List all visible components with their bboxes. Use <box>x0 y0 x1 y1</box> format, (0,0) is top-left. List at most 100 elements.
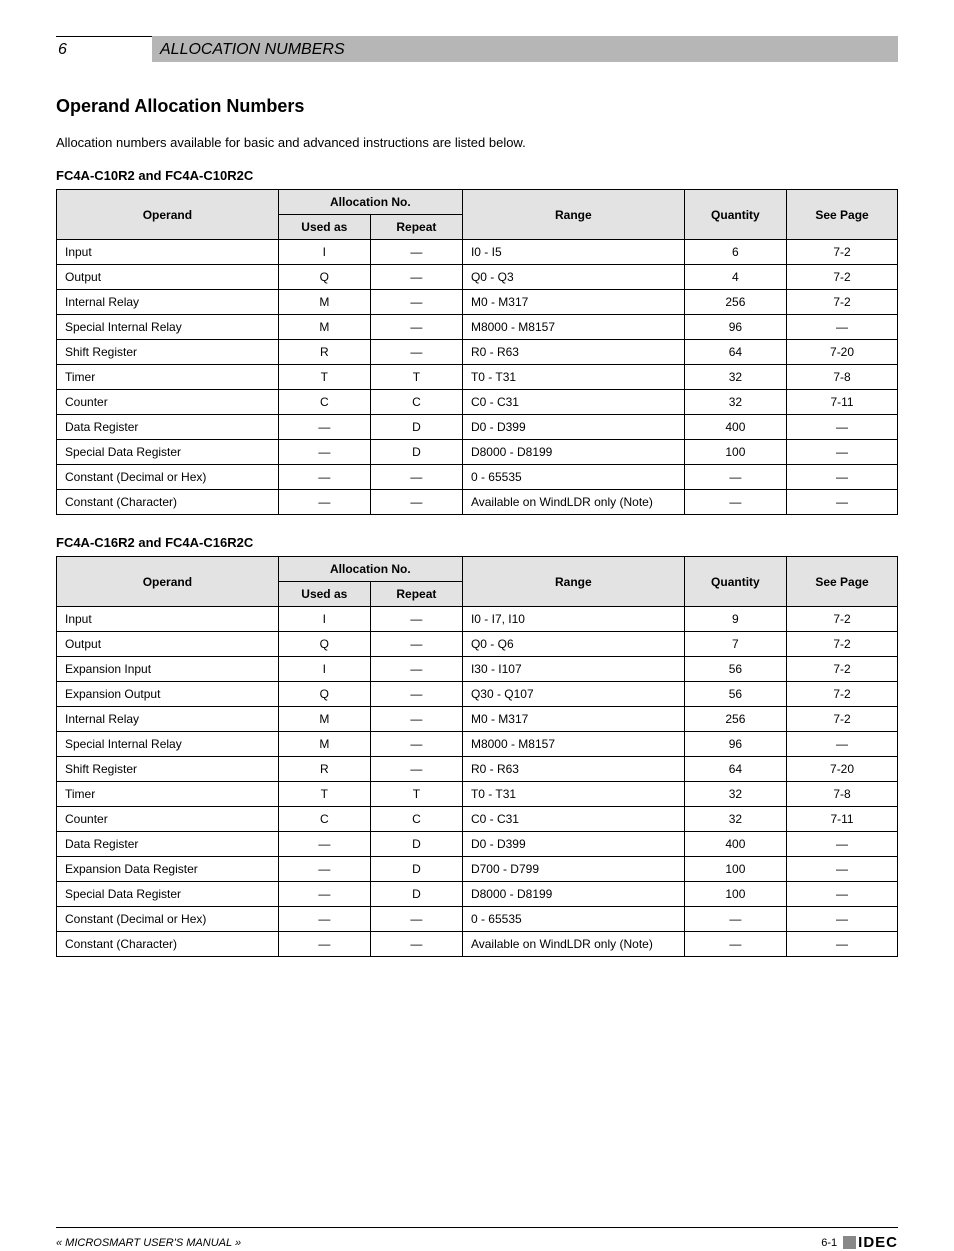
cell-used-as: R <box>278 340 370 365</box>
col-header-allocation: Allocation No. <box>278 557 462 582</box>
cell-repeat: — <box>370 757 462 782</box>
cell-range: I30 - I107 <box>462 657 684 682</box>
cell-see-page: 7-2 <box>787 607 898 632</box>
cell-repeat: — <box>370 932 462 957</box>
chapter-header: 6 ALLOCATION NUMBERS <box>56 36 898 62</box>
cell-quantity: — <box>684 932 786 957</box>
cell-repeat: T <box>370 365 462 390</box>
cell-range: M8000 - M8157 <box>462 315 684 340</box>
cell-operand: Shift Register <box>57 757 279 782</box>
cell-quantity: 32 <box>684 807 786 832</box>
cell-repeat: — <box>370 707 462 732</box>
cell-used-as: C <box>278 807 370 832</box>
table-row: OutputQ—Q0 - Q677-2 <box>57 632 898 657</box>
cell-quantity: — <box>684 490 786 515</box>
cell-see-page: 7-2 <box>787 265 898 290</box>
cell-quantity: 9 <box>684 607 786 632</box>
cell-operand: Data Register <box>57 415 279 440</box>
cell-operand: Expansion Data Register <box>57 857 279 882</box>
cell-range: C0 - C31 <box>462 390 684 415</box>
cell-range: D8000 - D8199 <box>462 440 684 465</box>
table-row: Constant (Decimal or Hex)——0 - 65535—— <box>57 465 898 490</box>
cell-repeat: D <box>370 832 462 857</box>
cell-used-as: M <box>278 732 370 757</box>
cell-range: C0 - C31 <box>462 807 684 832</box>
cell-see-page: — <box>787 932 898 957</box>
cell-see-page: — <box>787 732 898 757</box>
cell-used-as: — <box>278 932 370 957</box>
cell-operand: Constant (Character) <box>57 932 279 957</box>
cell-repeat: — <box>370 265 462 290</box>
table-row: Special Internal RelayM—M8000 - M815796— <box>57 732 898 757</box>
table-row: Expansion Data Register—DD700 - D799100— <box>57 857 898 882</box>
col-header-range: Range <box>462 190 684 240</box>
table-row: TimerTTT0 - T31327-8 <box>57 365 898 390</box>
cell-repeat: — <box>370 490 462 515</box>
table-row: OutputQ—Q0 - Q347-2 <box>57 265 898 290</box>
cell-operand: Counter <box>57 390 279 415</box>
col-header-repeat: Repeat <box>370 215 462 240</box>
cell-repeat: D <box>370 882 462 907</box>
cell-operand: Data Register <box>57 832 279 857</box>
cell-quantity: 100 <box>684 857 786 882</box>
cell-repeat: — <box>370 907 462 932</box>
cell-range: D0 - D399 <box>462 832 684 857</box>
cell-range: R0 - R63 <box>462 757 684 782</box>
cell-range: I0 - I7, I10 <box>462 607 684 632</box>
cell-range: Q0 - Q6 <box>462 632 684 657</box>
cell-range: Available on WindLDR only (Note) <box>462 490 684 515</box>
cell-repeat: — <box>370 682 462 707</box>
cell-see-page: 7-8 <box>787 782 898 807</box>
cell-operand: Internal Relay <box>57 290 279 315</box>
cell-used-as: R <box>278 757 370 782</box>
col-header-operand: Operand <box>57 190 279 240</box>
footer-page-number: 6-1 <box>821 1237 837 1249</box>
allocation-table: OperandAllocation No.RangeQuantitySee Pa… <box>56 189 898 515</box>
col-header-quantity: Quantity <box>684 190 786 240</box>
cell-range: D700 - D799 <box>462 857 684 882</box>
cell-range: I0 - I5 <box>462 240 684 265</box>
table-row: InputI—I0 - I7, I1097-2 <box>57 607 898 632</box>
cell-quantity: 6 <box>684 240 786 265</box>
logo-text: IDEC <box>858 1234 898 1251</box>
intro-paragraph: Allocation numbers available for basic a… <box>56 135 898 150</box>
cell-quantity: 7 <box>684 632 786 657</box>
cell-quantity: 100 <box>684 882 786 907</box>
cell-repeat: — <box>370 732 462 757</box>
page-footer: « MICROSMART USER'S MANUAL » 6-1 IDEC <box>56 1227 898 1251</box>
cell-repeat: — <box>370 315 462 340</box>
cell-operand: Expansion Output <box>57 682 279 707</box>
cell-range: D8000 - D8199 <box>462 882 684 907</box>
cell-see-page: 7-11 <box>787 807 898 832</box>
chapter-title: ALLOCATION NUMBERS <box>152 36 898 62</box>
cell-quantity: 56 <box>684 657 786 682</box>
cell-range: Available on WindLDR only (Note) <box>462 932 684 957</box>
cell-operand: Special Internal Relay <box>57 315 279 340</box>
cell-range: Q0 - Q3 <box>462 265 684 290</box>
cell-range: 0 - 65535 <box>462 465 684 490</box>
cell-repeat: D <box>370 415 462 440</box>
cell-range: T0 - T31 <box>462 365 684 390</box>
cell-used-as: — <box>278 907 370 932</box>
logo-square-icon <box>843 1236 856 1249</box>
cell-quantity: 256 <box>684 290 786 315</box>
cell-used-as: — <box>278 490 370 515</box>
cell-quantity: — <box>684 465 786 490</box>
table-row: Shift RegisterR—R0 - R63647-20 <box>57 757 898 782</box>
cell-repeat: — <box>370 340 462 365</box>
cell-see-page: — <box>787 415 898 440</box>
table-row: Data Register—DD0 - D399400— <box>57 832 898 857</box>
cell-see-page: — <box>787 857 898 882</box>
cell-quantity: — <box>684 907 786 932</box>
cell-used-as: — <box>278 415 370 440</box>
cell-repeat: — <box>370 632 462 657</box>
table-row: Expansion InputI—I30 - I107567-2 <box>57 657 898 682</box>
cell-operand: Special Data Register <box>57 440 279 465</box>
cell-quantity: 32 <box>684 782 786 807</box>
cell-see-page: 7-2 <box>787 707 898 732</box>
cell-operand: Constant (Decimal or Hex) <box>57 465 279 490</box>
table-row: TimerTTT0 - T31327-8 <box>57 782 898 807</box>
cell-see-page: 7-20 <box>787 757 898 782</box>
cell-used-as: Q <box>278 682 370 707</box>
cell-used-as: I <box>278 240 370 265</box>
